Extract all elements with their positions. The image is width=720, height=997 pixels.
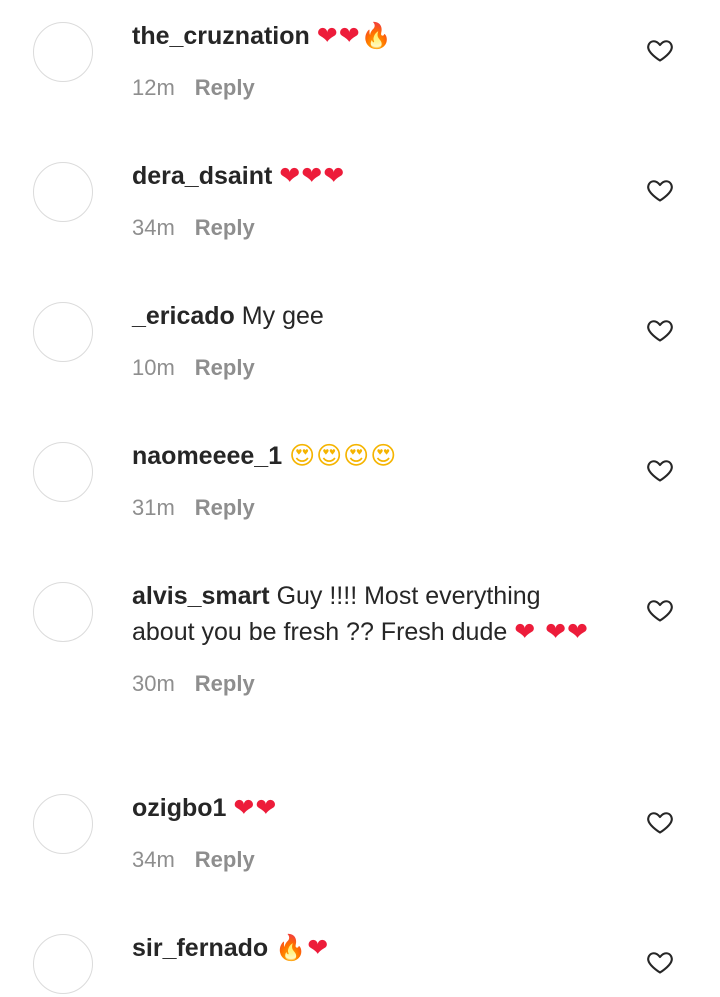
comment-username[interactable]: the_cruznation [132, 22, 310, 50]
comment-content: sir_fernado 🔥❤ [132, 930, 602, 966]
comment-timestamp: 10m [132, 355, 175, 380]
comment-meta: 30m Reply [132, 670, 602, 698]
comment-content: dera_dsaint ❤❤❤ 34m Reply [132, 158, 602, 242]
comment-text: naomeeee_1 😍😍😍😍 [132, 438, 602, 474]
avatar[interactable] [33, 162, 93, 222]
comment-meta: 10m Reply [132, 354, 602, 382]
reply-button[interactable]: Reply [195, 75, 255, 100]
avatar[interactable] [33, 22, 93, 82]
reply-button[interactable]: Reply [195, 495, 255, 520]
comment-text: alvis_smart Guy !!!! Most everything abo… [132, 578, 602, 650]
comment-timestamp: 30m [132, 671, 175, 696]
comment-timestamp: 31m [132, 495, 175, 520]
avatar[interactable] [33, 582, 93, 642]
avatar[interactable] [33, 794, 93, 854]
face-emoji: 😍😍😍😍 [289, 441, 398, 470]
reply-button[interactable]: Reply [195, 671, 255, 696]
comment-username[interactable]: sir_fernado [132, 934, 268, 962]
comment-content: alvis_smart Guy !!!! Most everything abo… [132, 578, 602, 698]
comment-body: My gee [241, 302, 324, 330]
like-heart-icon[interactable] [646, 36, 674, 64]
reply-button[interactable]: Reply [195, 847, 255, 872]
comment-text: sir_fernado 🔥❤ [132, 930, 602, 966]
fire-emoji: 🔥 [275, 933, 308, 962]
avatar[interactable] [33, 302, 93, 362]
like-heart-icon[interactable] [646, 808, 674, 836]
comment-text: the_cruznation ❤❤🔥 [132, 18, 602, 54]
comment-text: dera_dsaint ❤❤❤ [132, 158, 602, 194]
like-heart-icon[interactable] [646, 948, 674, 976]
comment-text: ozigbo1 ❤❤ [132, 790, 602, 826]
fire-emoji: 🔥 [360, 21, 393, 50]
like-heart-icon[interactable] [646, 316, 674, 344]
comment-text: _ericado My gee [132, 298, 602, 334]
comment-meta: 12m Reply [132, 74, 602, 102]
comment-username[interactable]: dera_dsaint [132, 162, 272, 190]
like-heart-icon[interactable] [646, 456, 674, 484]
comment-username[interactable]: naomeeee_1 [132, 442, 282, 470]
reply-button[interactable]: Reply [195, 355, 255, 380]
comment-timestamp: 12m [132, 75, 175, 100]
comment-meta: 34m Reply [132, 214, 602, 242]
heart-emoji: ❤ ❤❤ [514, 617, 590, 646]
comment-content: _ericado My gee 10m Reply [132, 298, 602, 382]
comment-content: naomeeee_1 😍😍😍😍 31m Reply [132, 438, 602, 522]
comment-meta: 34m Reply [132, 846, 602, 874]
comment-username[interactable]: alvis_smart [132, 582, 270, 610]
comment-username[interactable]: _ericado [132, 302, 235, 330]
comment-content: the_cruznation ❤❤🔥 12m Reply [132, 18, 602, 102]
avatar[interactable] [33, 442, 93, 502]
heart-emoji: ❤❤ [316, 21, 361, 50]
comment-meta: 31m Reply [132, 494, 602, 522]
comment-timestamp: 34m [132, 215, 175, 240]
heart-emoji: ❤❤ [233, 793, 278, 822]
like-heart-icon[interactable] [646, 596, 674, 624]
comment-content: ozigbo1 ❤❤ 34m Reply [132, 790, 602, 874]
like-heart-icon[interactable] [646, 176, 674, 204]
comment-timestamp: 34m [132, 847, 175, 872]
comment-username[interactable]: ozigbo1 [132, 794, 226, 822]
avatar[interactable] [33, 934, 93, 994]
reply-button[interactable]: Reply [195, 215, 255, 240]
heart-emoji: ❤❤❤ [279, 161, 346, 190]
heart-emoji: ❤ [307, 933, 330, 962]
